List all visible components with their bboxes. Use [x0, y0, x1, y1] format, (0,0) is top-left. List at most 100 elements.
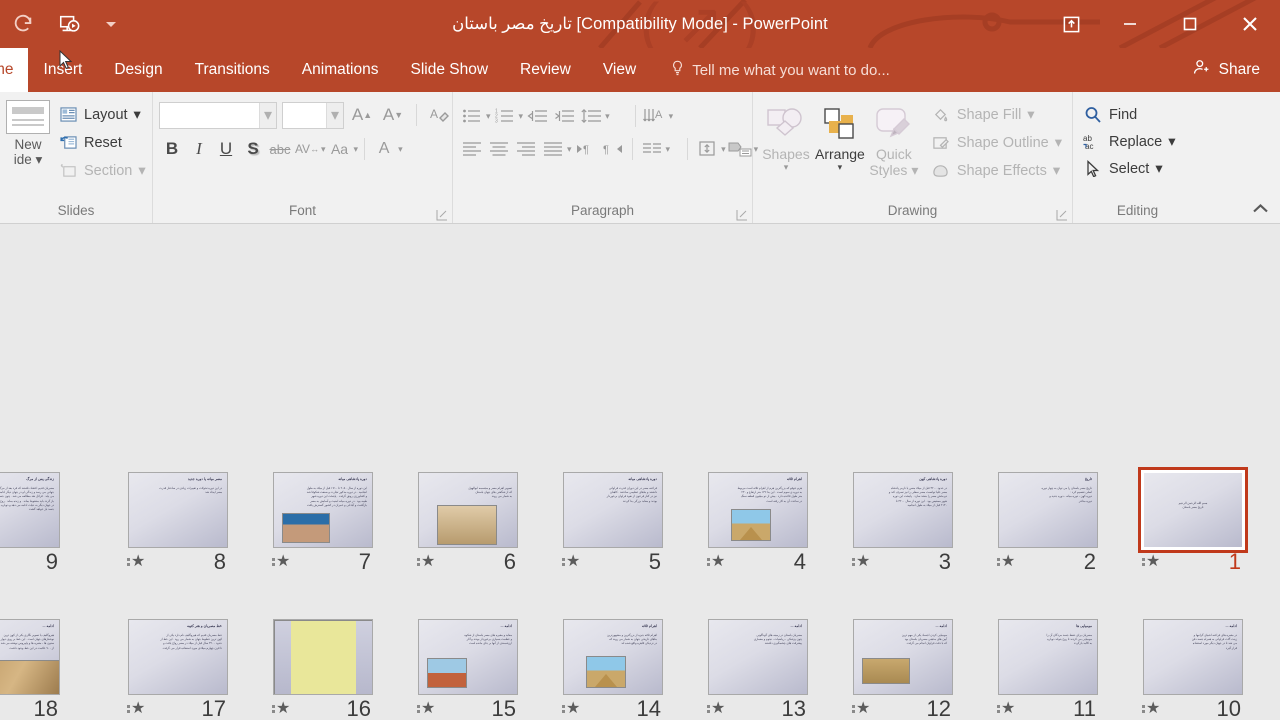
chevron-down-icon[interactable]: ▾ — [259, 102, 276, 128]
slide-preview[interactable]: ادامه ... مومیایی کردن اجساد یکی از مهم ت… — [853, 619, 953, 695]
collapse-ribbon-button[interactable] — [1248, 197, 1272, 219]
select-button[interactable]: Select ▾ — [1079, 156, 1179, 181]
slide-preview[interactable]: دوره پادشاهی کهن در حدود ۳۲۰۰ قبل از میلا… — [853, 472, 953, 548]
shape-outline-button[interactable]: Shape Outline ▾ — [927, 130, 1066, 155]
tab-view[interactable]: View — [587, 48, 652, 92]
justify-button[interactable] — [540, 135, 566, 163]
increase-indent-button[interactable] — [551, 102, 577, 130]
minimize-button[interactable] — [1100, 0, 1160, 48]
align-center-button[interactable] — [486, 135, 512, 163]
text-direction-button[interactable]: A — [642, 102, 668, 130]
decrease-font-size-button[interactable]: A ▼ — [380, 101, 406, 129]
strikethrough-button[interactable]: abc — [267, 135, 293, 163]
slide-preview[interactable]: خط مصریان و هنر کتیبه خط مصریان قدیم که ه… — [128, 619, 228, 695]
chevron-down-icon[interactable]: ▾ — [666, 144, 671, 155]
share-button[interactable]: Share — [1186, 48, 1266, 92]
tab-design[interactable]: Design — [98, 48, 178, 92]
chevron-down-icon[interactable]: ▾ — [838, 162, 843, 172]
line-spacing-button[interactable] — [578, 102, 604, 130]
chevron-down-icon[interactable]: ▾ — [784, 162, 789, 172]
slide-thumbnail-15[interactable]: ادامه ... معابد و مقبره های مصر باستان از… — [416, 619, 518, 720]
slide-preview[interactable]: ادامه ... معابد و مقبره های مصر باستان از… — [418, 619, 518, 695]
align-text-button[interactable] — [694, 135, 720, 163]
slide-thumbnail-16[interactable]: ★ 16 — [271, 619, 373, 720]
tab-home[interactable]: me — [0, 48, 28, 92]
slide-preview[interactable] — [273, 619, 373, 695]
slide-thumbnail-11[interactable]: مومیایی ها مصریان برای حفظ جسد مردگان آن … — [996, 619, 1098, 720]
tell-me-search[interactable]: Tell me what you want to do... — [652, 48, 890, 92]
slide-thumbnail-6[interactable]: تصویر اهرام مصر و مجسمه ابوالهول که از شگ… — [416, 472, 518, 576]
align-right-button[interactable] — [513, 135, 539, 163]
columns-button[interactable] — [639, 135, 665, 163]
animation-star-icon[interactable]: ★ — [996, 701, 1015, 717]
character-spacing-button[interactable]: AV ↔ — [294, 135, 320, 163]
reset-button[interactable]: Reset — [54, 130, 150, 155]
slide-preview[interactable]: دوره پادشاهی میانه این دوره از سال ۲۰۵۰ ت… — [273, 472, 373, 548]
animation-star-icon[interactable]: ★ — [706, 554, 725, 570]
animation-star-icon[interactable]: ★ — [1141, 701, 1160, 717]
close-button[interactable] — [1220, 0, 1280, 48]
bold-button[interactable]: B — [159, 135, 185, 163]
slide-sorter-panel[interactable]: زندگی پس از مرگ مصریان قدیم اعتقاد داشتند… — [0, 224, 1280, 720]
slide-thumbnail-17[interactable]: خط مصریان و هنر کتیبه خط مصریان قدیم که ه… — [126, 619, 228, 720]
font-dialog-launcher[interactable] — [436, 208, 448, 221]
replace-button[interactable]: ab ac Replace ▾ — [1079, 129, 1179, 154]
slide-thumbnail-5[interactable]: دوره پادشاهی میانه فراعنه مصر در این دورا… — [561, 472, 663, 576]
tab-insert[interactable]: Insert — [28, 48, 99, 92]
decrease-indent-button[interactable] — [524, 102, 550, 130]
chevron-down-icon[interactable]: ▾ — [321, 144, 326, 155]
ribbon-display-options-button[interactable] — [1042, 0, 1100, 48]
tab-review[interactable]: Review — [504, 48, 587, 92]
slide-thumbnail-13[interactable]: ادامه ... مصریان باستان در زمینه های گونا… — [706, 619, 808, 720]
animation-star-icon[interactable]: ★ — [126, 554, 145, 570]
animation-star-icon[interactable]: ★ — [271, 701, 290, 717]
chevron-down-icon[interactable]: ▾ — [519, 111, 524, 122]
find-button[interactable]: Find — [1079, 102, 1179, 127]
chevron-down-icon[interactable]: ▾ — [669, 111, 674, 122]
italic-button[interactable]: I — [186, 135, 212, 163]
slide-thumbnail-4[interactable]: اهرام ثلاثه هرم خوفو که بزرگترین هرم از ا… — [706, 472, 808, 576]
slide-thumbnail-2[interactable]: تاریخ تاریخ مصر باستان را می توان به چهار… — [996, 472, 1098, 576]
slide-thumbnail-10[interactable]: ادامه ... در مقبره های فراعنه اشیای گرانب… — [1141, 619, 1243, 720]
text-shadow-button[interactable]: S — [240, 135, 266, 163]
slide-preview[interactable]: مصر میانه یا دوره جدید در این دوره تحولات… — [128, 472, 228, 548]
increase-font-size-button[interactable]: A ▲ — [349, 101, 375, 129]
convert-to-smartart-button[interactable] — [727, 135, 753, 163]
change-case-button[interactable]: Aa — [327, 135, 353, 163]
underline-button[interactable]: U — [213, 135, 239, 163]
slide-preview[interactable]: ادامه ... مصریان باستان در زمینه های گونا… — [708, 619, 808, 695]
drawing-dialog-launcher[interactable] — [1056, 208, 1068, 221]
slide-thumbnail-7[interactable]: دوره پادشاهی میانه این دوره از سال ۲۰۵۰ ت… — [271, 472, 373, 576]
font-color-button[interactable]: A — [371, 135, 397, 163]
font-name-combo[interactable]: ▾ — [159, 101, 277, 129]
tab-animations[interactable]: Animations — [286, 48, 395, 92]
slide-preview[interactable]: تصویر اهرام مصر و مجسمه ابوالهول که از شگ… — [418, 472, 518, 548]
chevron-down-icon[interactable]: ▾ — [721, 144, 726, 155]
section-button[interactable]: Section ▾ — [54, 158, 150, 183]
slide-preview[interactable]: مومیایی ها مصریان برای حفظ جسد مردگان آن … — [998, 619, 1098, 695]
new-slide-button[interactable]: New ide ▾ — [6, 98, 50, 167]
animation-star-icon[interactable]: ★ — [271, 554, 290, 570]
left-to-right-button[interactable]: ¶ — [573, 135, 599, 163]
animation-star-icon[interactable]: ★ — [851, 701, 870, 717]
slide-preview[interactable]: اهرام ثلاثه اهرام ثلاثه جیزه از بزرگترین … — [563, 619, 663, 695]
chevron-down-icon[interactable]: ▾ — [326, 102, 343, 128]
tab-transitions[interactable]: Transitions — [179, 48, 286, 92]
animation-star-icon[interactable]: ★ — [416, 554, 435, 570]
slide-preview[interactable]: تاریخ تاریخ مصر باستان را می توان به چهار… — [998, 472, 1098, 548]
shape-effects-button[interactable]: Shape Effects ▾ — [927, 158, 1066, 183]
slide-thumbnail-12[interactable]: ادامه ... مومیایی کردن اجساد یکی از مهم ت… — [851, 619, 953, 720]
slide-preview[interactable]: اهرام ثلاثه هرم خوفو که بزرگترین هرم از ا… — [708, 472, 808, 548]
slide-thumbnail-8[interactable]: مصر میانه یا دوره جدید در این دوره تحولات… — [126, 472, 228, 576]
clear-formatting-button[interactable]: A — [427, 101, 453, 129]
chevron-down-icon[interactable]: ▾ — [398, 144, 403, 155]
animation-star-icon[interactable]: ★ — [126, 701, 145, 717]
animation-star-icon[interactable]: ★ — [416, 701, 435, 717]
animation-star-icon[interactable]: ★ — [851, 554, 870, 570]
slide-preview[interactable]: بسم الله الرحمن الرحیم تاریخ مصر باستان — [1138, 467, 1248, 553]
animation-star-icon[interactable]: ★ — [996, 554, 1015, 570]
right-to-left-button[interactable]: ¶ — [600, 135, 626, 163]
animation-star-icon[interactable]: ★ — [561, 701, 580, 717]
chevron-down-icon[interactable]: ▾ — [354, 144, 359, 155]
tab-slide-show[interactable]: Slide Show — [394, 48, 504, 92]
